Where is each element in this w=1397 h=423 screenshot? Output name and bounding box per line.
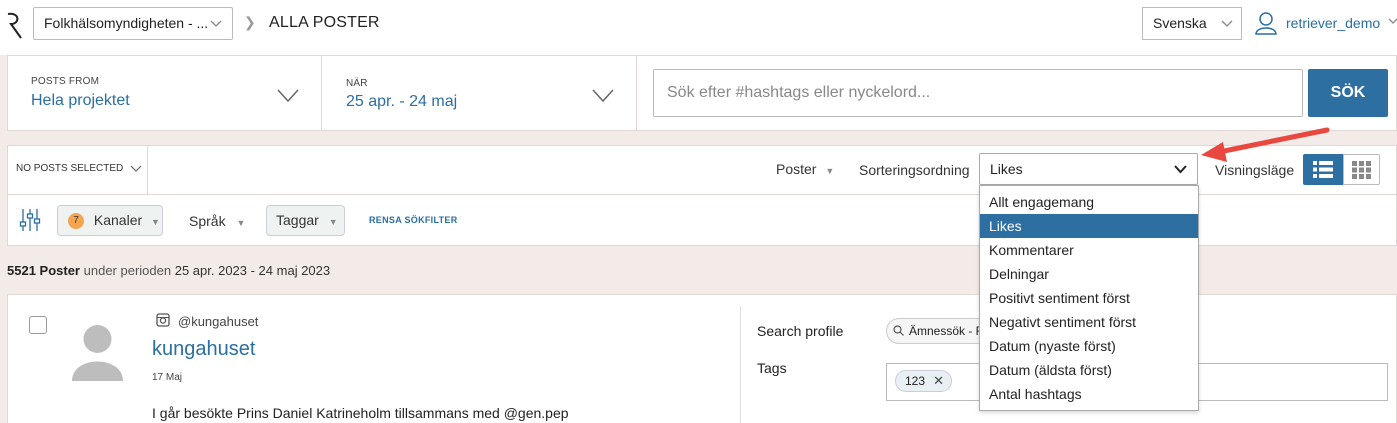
grid-view-icon bbox=[1352, 161, 1371, 179]
filter-settings-icon[interactable] bbox=[19, 208, 41, 232]
chevron-down-icon[interactable] bbox=[277, 89, 299, 103]
select-posts-dropdown[interactable]: NO POSTS SELECTED bbox=[16, 163, 142, 174]
divider bbox=[636, 56, 637, 130]
tags-filter[interactable]: Taggar ▼ bbox=[266, 205, 345, 236]
caret-down-icon: ▼ bbox=[151, 217, 160, 227]
post-text: I går besökte Prins Daniel Katrineholm t… bbox=[152, 405, 569, 421]
post-author-link[interactable]: kungahuset bbox=[152, 338, 255, 361]
search-button[interactable]: SÖK bbox=[1308, 69, 1388, 117]
sort-option[interactable]: Delningar bbox=[980, 262, 1198, 286]
search-profile-value: Ämnessök - F bbox=[909, 324, 984, 338]
remove-tag-icon[interactable]: ✕ bbox=[933, 371, 944, 391]
language-filter[interactable]: Språk ▼ bbox=[189, 213, 245, 229]
divider bbox=[147, 146, 148, 194]
sort-option-selected[interactable]: Likes bbox=[980, 214, 1198, 238]
user-icon[interactable] bbox=[1255, 11, 1277, 35]
chevron-down-icon bbox=[130, 165, 142, 172]
project-select-label: Folkhälsomyndigheten - ... bbox=[44, 15, 209, 31]
project-select[interactable]: Folkhälsomyndigheten - ... bbox=[33, 7, 233, 40]
tag-chip: 123 ✕ bbox=[895, 370, 952, 392]
sort-option[interactable]: Antal hashtags bbox=[980, 382, 1198, 406]
clear-filters-link[interactable]: RENSA SÖKFILTER bbox=[369, 215, 458, 225]
caret-down-icon: ▼ bbox=[328, 217, 338, 227]
language-select[interactable]: Svenska bbox=[1142, 7, 1242, 40]
no-posts-selected-label: NO POSTS SELECTED bbox=[16, 163, 124, 174]
post-select-checkbox[interactable] bbox=[29, 316, 47, 334]
when-label: NÄR bbox=[346, 78, 368, 89]
sort-order-label: Sorteringsordning bbox=[859, 162, 970, 178]
results-period-prefix: under perioden bbox=[83, 263, 172, 278]
search-icon bbox=[893, 325, 904, 336]
avatar bbox=[72, 325, 123, 381]
breadcrumb-separator-icon: ❯ bbox=[244, 14, 256, 30]
caret-down-icon: ▼ bbox=[825, 166, 835, 176]
user-menu[interactable]: retriever_demo bbox=[1286, 15, 1380, 31]
tag-label: 123 bbox=[905, 374, 926, 388]
sort-option[interactable]: Datum (äldsta först) bbox=[980, 358, 1198, 382]
breadcrumb: ALLA POSTER bbox=[269, 14, 380, 31]
caret-down-icon: ▼ bbox=[236, 218, 246, 228]
chevron-down-icon[interactable] bbox=[1388, 18, 1397, 25]
language-filter-label: Språk bbox=[189, 213, 226, 229]
language-select-label: Svenska bbox=[1153, 15, 1207, 31]
divider bbox=[321, 56, 322, 130]
posts-type-dropdown[interactable]: Poster ▼ bbox=[776, 161, 834, 177]
instagram-icon bbox=[156, 313, 170, 327]
sort-order-select[interactable]: Likes bbox=[979, 153, 1198, 185]
sort-order-dropdown: Allt engagemang Likes Kommentarer Delnin… bbox=[979, 185, 1199, 411]
post-date: 17 Maj bbox=[152, 372, 183, 383]
sort-option[interactable]: Datum (nyaste först) bbox=[980, 334, 1198, 358]
post-handle: @kungahuset bbox=[178, 314, 259, 329]
results-period: 25 apr. 2023 - 24 maj 2023 bbox=[174, 263, 331, 278]
sort-order-value: Likes bbox=[990, 161, 1023, 177]
channels-filter[interactable]: 7 Kanaler ▼ bbox=[57, 205, 163, 236]
posts-from-value[interactable]: Hela projektet bbox=[31, 92, 130, 110]
search-input[interactable]: Sök efter #hashtags eller nyckelord... bbox=[653, 69, 1303, 117]
chevron-down-icon bbox=[1221, 20, 1233, 27]
sort-option[interactable]: Allt engagemang bbox=[980, 190, 1198, 214]
results-summary: 5521 Poster under perioden 25 apr. 2023 … bbox=[7, 263, 330, 278]
tags-filter-label: Taggar bbox=[276, 212, 319, 228]
chevron-down-icon bbox=[210, 20, 222, 27]
annotation-arrow-icon bbox=[1201, 127, 1330, 162]
divider bbox=[740, 306, 741, 423]
sort-option[interactable]: Kommentarer bbox=[980, 238, 1198, 262]
posts-from-label: POSTS FROM bbox=[31, 76, 100, 87]
results-count: 5521 Poster bbox=[7, 263, 80, 278]
posts-type-label: Poster bbox=[776, 161, 817, 177]
retriever-logo bbox=[7, 12, 22, 39]
channels-count-badge: 7 bbox=[68, 213, 84, 230]
chevron-down-icon bbox=[1174, 165, 1187, 174]
sort-option[interactable]: Positivt sentiment först bbox=[980, 286, 1198, 310]
when-value[interactable]: 25 apr. - 24 maj bbox=[346, 93, 457, 111]
channels-label: Kanaler bbox=[93, 212, 143, 228]
grid-view-button[interactable] bbox=[1343, 154, 1380, 185]
tags-label: Tags bbox=[757, 360, 787, 376]
sort-option[interactable]: Negativt sentiment först bbox=[980, 310, 1198, 334]
search-profile-label: Search profile bbox=[757, 323, 844, 339]
chevron-down-icon[interactable] bbox=[592, 89, 614, 103]
